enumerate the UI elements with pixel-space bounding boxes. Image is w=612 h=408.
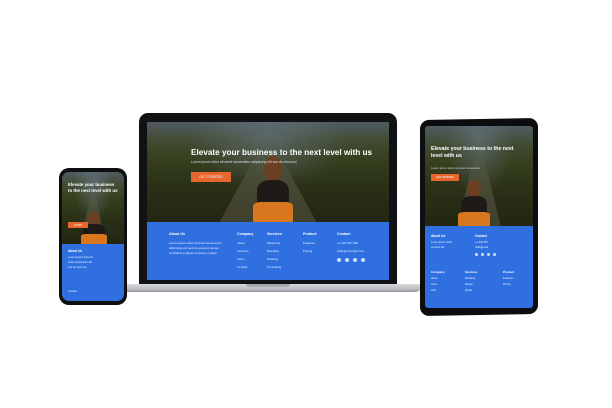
tablet-footer-contact-line: +1 234 567 xyxy=(475,241,489,244)
laptop-footer-product-heading: Product xyxy=(303,232,317,236)
footer-link-item[interactable]: Marketing xyxy=(267,241,280,245)
footer-link-item[interactable]: Pricing xyxy=(503,283,511,286)
footer-link-item[interactable]: Contact xyxy=(237,265,247,269)
laptop-cta-button[interactable]: GET STARTED xyxy=(191,172,231,182)
footer-link-item[interactable]: Design xyxy=(465,283,473,286)
phone-screen: Elevate your business to the next level … xyxy=(62,172,124,301)
tablet-footer-product-heading: Product xyxy=(503,270,515,274)
laptop-screen: Elevate your business to the next level … xyxy=(147,122,389,280)
laptop-footer-contact-line: +1 234 567 890 xyxy=(337,241,358,245)
hero-person-image xyxy=(249,154,297,222)
laptop-notch xyxy=(246,284,290,287)
tablet-footer-about-line: sit amet elit xyxy=(431,246,445,249)
phone-footer: About Us Lorem ipsum dolor sit amet cons… xyxy=(62,244,124,301)
tablet-footer-services-heading: Services xyxy=(465,270,478,274)
phone-footer-line: amet consectetur elit xyxy=(68,261,92,264)
phone-footer-heading: About Us xyxy=(68,249,83,253)
tablet-hero: Elevate your business to the next level … xyxy=(425,126,533,226)
hero-person-image xyxy=(78,212,110,244)
laptop-hero-subtitle: Lorem ipsum dolor sit amet consectetur a… xyxy=(191,160,297,164)
instagram-icon[interactable] xyxy=(487,253,490,256)
footer-link-item[interactable]: Pricing xyxy=(303,249,312,253)
tablet-hero-title: Elevate your business to the next level … xyxy=(431,146,514,159)
phone-hero: Elevate your business to the next level … xyxy=(62,172,124,244)
laptop-hero: Elevate your business to the next level … xyxy=(147,122,389,222)
tablet-footer-about-heading: About Us xyxy=(431,234,446,238)
tablet-footer-company-heading: Company xyxy=(431,270,445,274)
laptop-footer-company-heading: Company xyxy=(237,232,254,236)
laptop-footer-contact-line: hello@example.com xyxy=(337,249,365,253)
facebook-icon[interactable] xyxy=(337,258,341,262)
laptop-footer-about-heading: About Us xyxy=(169,232,185,236)
tablet-footer: About Us Lorem ipsum dolor sit amet elit… xyxy=(425,226,533,308)
footer-link-item[interactable]: Team xyxy=(431,283,437,286)
tablet-hero-subtitle: Lorem ipsum dolor sit amet consectetur xyxy=(431,166,480,170)
tablet-footer-about-line: Lorem ipsum dolor xyxy=(431,241,453,244)
twitter-icon[interactable] xyxy=(481,253,484,256)
footer-link-item[interactable]: Branding xyxy=(465,277,475,280)
hero-person-image xyxy=(455,180,493,226)
footer-link-item[interactable]: Strategy xyxy=(267,257,278,261)
phone-footer-line: Lorem ipsum dolor sit xyxy=(68,256,93,259)
footer-link-item[interactable]: Social xyxy=(465,289,472,292)
phone-hero-title: Elevate your business to the next level … xyxy=(68,182,118,193)
laptop-footer-about-line: incididunt ut labore et dolore magna xyxy=(169,251,217,255)
linkedin-icon[interactable] xyxy=(361,258,365,262)
laptop-footer: About Us Lorem ipsum dolor sit amet cons… xyxy=(147,222,389,280)
footer-link-item[interactable]: Branding xyxy=(267,249,279,253)
laptop-footer-services-heading: Services xyxy=(267,232,282,236)
footer-link-item[interactable]: Consulting xyxy=(267,265,281,269)
linkedin-icon[interactable] xyxy=(493,253,496,256)
footer-link-item[interactable]: Services xyxy=(237,249,249,253)
tablet-footer-contact-heading: Contact xyxy=(475,234,487,238)
laptop-footer-about-line: Lorem ipsum dolor sit amet consectetur xyxy=(169,241,222,245)
footer-link-item[interactable]: Features xyxy=(303,241,315,245)
phone-cta-button[interactable]: START xyxy=(68,222,88,228)
laptop-footer-contact-heading: Contact xyxy=(337,232,351,236)
phone-footer-line: sed do eiusmod xyxy=(68,266,87,269)
tablet-screen: Elevate your business to the next level … xyxy=(425,126,533,308)
footer-link-item[interactable]: About xyxy=(237,241,245,245)
facebook-icon[interactable] xyxy=(475,253,478,256)
phone-footer-link[interactable]: Contact xyxy=(68,290,77,293)
footer-link-item[interactable]: About xyxy=(431,277,438,280)
footer-link-item[interactable]: Team xyxy=(237,257,244,261)
tablet-cta-button[interactable]: GET STARTED xyxy=(431,174,459,181)
instagram-icon[interactable] xyxy=(353,258,357,262)
twitter-icon[interactable] xyxy=(345,258,349,262)
tablet-footer-contact-line: hello@mail xyxy=(475,246,488,249)
footer-link-item[interactable]: Features xyxy=(503,277,513,280)
laptop-footer-about-line: adipiscing elit sed do eiusmod tempor xyxy=(169,246,220,250)
laptop-hero-title: Elevate your business to the next level … xyxy=(191,148,373,157)
footer-link-item[interactable]: Jobs xyxy=(431,289,436,292)
